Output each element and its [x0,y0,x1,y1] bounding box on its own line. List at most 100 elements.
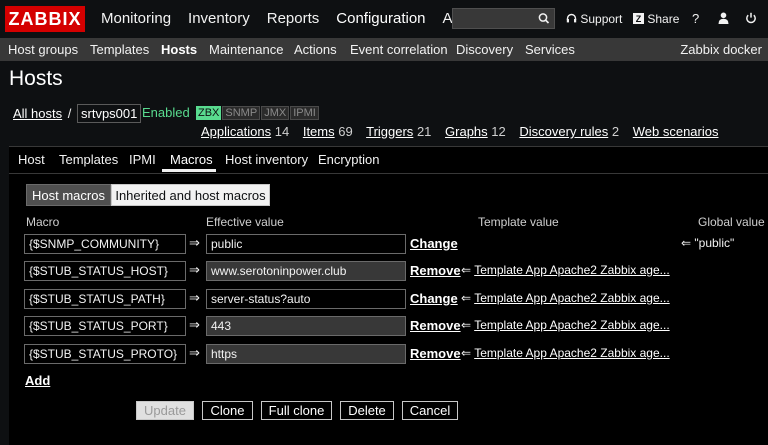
zabbix-logo[interactable]: ZABBIX [5,6,85,32]
global-value: ⇐ "public" [681,236,735,250]
svg-text:Z: Z [636,14,642,24]
help-link[interactable]: ? [692,0,699,38]
tab-macros[interactable]: Macros [170,152,213,167]
macro-value-input[interactable]: public [206,234,406,254]
availability-snmp: SNMP [222,106,261,120]
full-clone-button[interactable]: Full clone [261,401,332,420]
template-link[interactable]: Template App Apache2 Zabbix age... [474,291,669,305]
headset-icon [566,13,577,23]
search-box [452,8,555,29]
tab-templates[interactable]: Templates [59,152,118,167]
arrow-left-icon: ⇐ [461,263,472,277]
menu-monitoring[interactable]: Monitoring [101,0,171,38]
sub-navigation: Host groups Templates Hosts Maintenance … [0,39,768,61]
tab-ipmi[interactable]: IPMI [129,152,156,167]
search-input[interactable] [453,9,535,28]
delete-button[interactable]: Delete [340,401,394,420]
template-value: ⇐ Template App Apache2 Zabbix age... [461,346,670,360]
macro-row: {$STUB_STATUS_PATH} ⇒ server-status?auto… [9,289,768,311]
share-label: Share [647,12,680,26]
page-title: Hosts [9,67,63,90]
arrow-right-icon: ⇒ [189,262,200,277]
change-button[interactable]: Change [410,236,458,251]
availability-zbx: ZBX [196,106,222,120]
tab-host-inventory[interactable]: Host inventory [225,152,308,167]
inherited-macros-toggle[interactable]: Inherited and host macros [111,184,270,206]
template-link[interactable]: Template App Apache2 Zabbix age... [474,346,669,360]
sign-out-button[interactable] [745,0,757,38]
template-link[interactable]: Template App Apache2 Zabbix age... [474,263,669,277]
macro-name-input[interactable]: {$SNMP_COMMUNITY} [24,234,186,254]
link-graphs[interactable]: Graphs [445,124,488,139]
subnav-services[interactable]: Services [525,39,575,61]
link-discovery-rules[interactable]: Discovery rules [519,124,608,139]
search-button[interactable] [534,9,554,28]
link-triggers[interactable]: Triggers [366,124,413,139]
arrow-left-icon: ⇐ [461,346,472,360]
subnav-templates[interactable]: Templates [90,39,149,61]
template-link[interactable]: Template App Apache2 Zabbix age... [474,318,669,332]
count-items: 69 [338,124,353,139]
subnav-maintenance[interactable]: Maintenance [209,39,283,61]
remove-button[interactable]: Remove [410,318,461,333]
availability-ipmi: IPMI [290,106,319,120]
server-name: Zabbix docker [680,42,762,57]
remove-button[interactable]: Remove [410,263,461,278]
link-web-scenarios[interactable]: Web scenarios [633,124,719,139]
tab-encryption[interactable]: Encryption [318,152,379,167]
breadcrumb: All hosts / srtvps001 [13,104,142,123]
macro-row: {$STUB_STATUS_PROTO} ⇒ https Remove ⇐ Te… [9,344,768,366]
menu-configuration[interactable]: Configuration [336,0,425,38]
count-applications: 14 [274,124,290,139]
update-button[interactable]: Update [136,401,194,420]
menu-inventory[interactable]: Inventory [188,0,250,38]
subnav-hosts[interactable]: Hosts [161,39,197,61]
macro-row: {$STUB_STATUS_PORT} ⇒ 443 Remove ⇐ Templ… [9,316,768,338]
column-global-value: Global value [698,215,765,229]
support-link[interactable]: Support [566,0,622,38]
add-macro-button[interactable]: Add [25,373,50,388]
macro-value-input[interactable]: www.serotoninpower.club [206,261,406,281]
macro-row: {$STUB_STATUS_HOST} ⇒ www.serotoninpower… [9,261,768,283]
subnav-host-groups[interactable]: Host groups [8,39,78,61]
user-profile-button[interactable] [718,0,729,38]
macro-name-input[interactable]: {$STUB_STATUS_PATH} [24,289,186,309]
subnav-event-correlation[interactable]: Event correlation [350,39,448,61]
breadcrumb-all-hosts[interactable]: All hosts [13,106,62,121]
user-icon [718,12,729,24]
menu-reports[interactable]: Reports [267,0,320,38]
tab-divider [9,173,768,174]
arrow-left-icon: ⇐ [461,318,472,332]
macro-row: {$SNMP_COMMUNITY} ⇒ public Change ⇐ "pub… [9,234,768,256]
template-value: ⇐ Template App Apache2 Zabbix age... [461,291,670,305]
subnav-actions[interactable]: Actions [294,39,337,61]
link-applications[interactable]: Applications [201,124,271,139]
arrow-left-icon: ⇐ [461,291,472,305]
macro-name-input[interactable]: {$STUB_STATUS_PROTO} [24,344,186,364]
availability-jmx: JMX [261,106,290,120]
remove-button[interactable]: Remove [410,346,461,361]
host-links: Applications 14 Items 69 Triggers 21 Gra… [201,124,718,139]
active-tab-indicator [162,169,216,172]
macro-name-input[interactable]: {$STUB_STATUS_HOST} [24,261,186,281]
column-macro: Macro [26,215,60,229]
column-template-value: Template value [478,215,559,229]
template-value: ⇐ Template App Apache2 Zabbix age... [461,263,670,277]
host-macros-toggle[interactable]: Host macros [26,184,111,206]
clone-button[interactable]: Clone [202,401,253,420]
count-graphs: 12 [491,124,506,139]
change-button[interactable]: Change [410,291,458,306]
subnav-discovery[interactable]: Discovery [456,39,513,61]
arrow-right-icon: ⇒ [189,235,200,250]
tab-host[interactable]: Host [18,152,45,167]
top-navigation: ZABBIX Monitoring Inventory Reports Conf… [0,0,768,39]
breadcrumb-host[interactable]: srtvps001 [77,104,142,123]
macro-name-input[interactable]: {$STUB_STATUS_PORT} [24,316,186,336]
cancel-button[interactable]: Cancel [402,401,458,420]
macro-value-input[interactable]: 443 [206,316,406,336]
link-items[interactable]: Items [303,124,335,139]
macro-value-input[interactable]: server-status?auto [206,289,406,309]
host-status[interactable]: Enabled [142,105,190,120]
macro-value-input[interactable]: https [206,344,406,364]
share-link[interactable]: Z Share [633,0,679,38]
